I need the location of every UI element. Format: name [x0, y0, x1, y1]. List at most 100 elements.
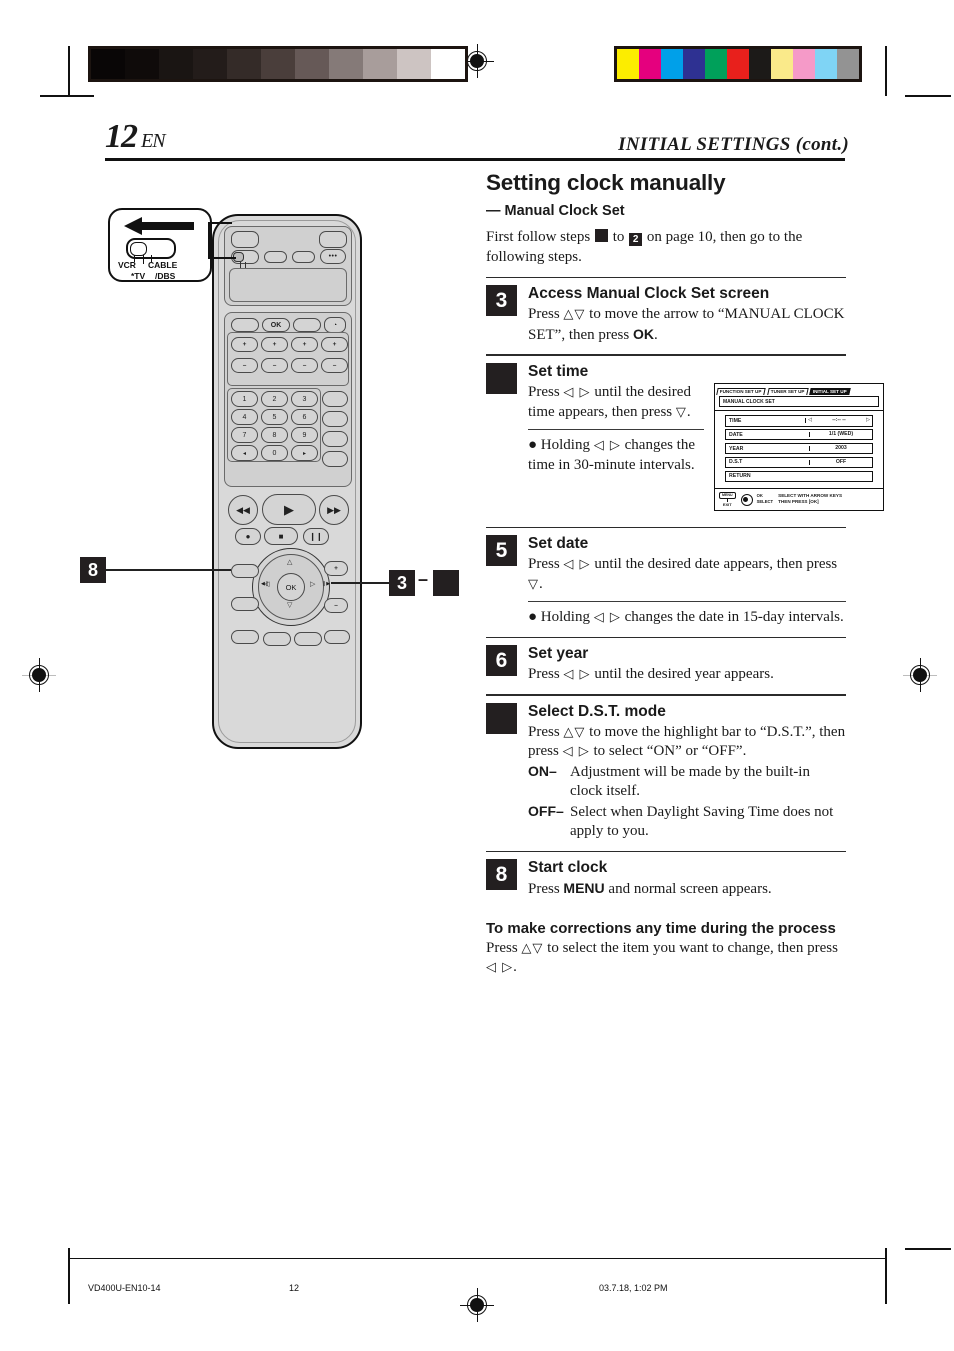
registration-target-bottom	[460, 1288, 494, 1322]
remote-num-2[interactable]: 2	[261, 391, 288, 407]
footer-divider	[68, 1258, 886, 1260]
remote-key-b[interactable]	[292, 251, 315, 263]
remote-key-a[interactable]	[264, 251, 287, 263]
color-swatch-7	[771, 49, 793, 79]
remote-play-key[interactable]: ▶	[262, 494, 316, 525]
remote-minus-key-3[interactable]: –	[291, 358, 318, 373]
remote-num-8[interactable]: 8	[261, 427, 288, 443]
remote-side-key-1[interactable]	[322, 391, 348, 407]
remote-num-7-label: 7	[242, 431, 247, 439]
remote-dpad-down-icon[interactable]: ▽	[287, 601, 292, 609]
step-3-badge: 3	[486, 285, 517, 317]
osd-rows: TIME ◁ --:-- -- ▷ DATE 1/1 (WED) YEAR 20…	[715, 410, 883, 487]
osd-left-arrow-icon[interactable]: ◁	[808, 417, 812, 423]
osd-tab-initial-setup[interactable]: INITIAL SET UP	[809, 388, 851, 396]
remote-aux-key[interactable]	[293, 318, 321, 332]
callout-number-8: 8	[80, 557, 106, 583]
remote-side-key-3[interactable]	[322, 431, 348, 447]
osd-row-dst[interactable]: D.S.T OFF	[725, 456, 873, 469]
mode-switch-knob	[130, 241, 147, 256]
remote-record-key[interactable]: ●	[235, 528, 261, 545]
footer-timestamp: 03.7.18, 1:02 PM	[599, 1283, 668, 1293]
callout-range-dash: –	[418, 569, 429, 589]
remote-tv-power-key[interactable]	[319, 231, 347, 248]
corrections-heading: To make corrections any time during the …	[486, 919, 836, 937]
remote-minus-key-1[interactable]: –	[231, 358, 258, 373]
remote-bottom-key-4[interactable]	[324, 630, 350, 644]
callout-leader-diag	[208, 222, 210, 258]
remote-num-0-label: 0	[272, 449, 277, 457]
osd-tab-tuner-setup[interactable]: TUNER SET UP	[766, 388, 809, 396]
remote-minus-key-2[interactable]: –	[261, 358, 288, 373]
remote-menu-left-key[interactable]	[231, 564, 259, 578]
remote-bottom-key-2[interactable]	[263, 632, 291, 646]
intro-paragraph: First follow steps to 2 on page 10, then…	[486, 228, 846, 268]
remote-stop-key[interactable]: ■	[264, 527, 298, 545]
remote-channel-minus-key[interactable]: –	[324, 598, 348, 613]
remote-bottom-key-3[interactable]	[294, 632, 322, 646]
remote-minus-key-4[interactable]: –	[321, 358, 348, 373]
osd-row-time-text: --:-- --	[832, 417, 846, 424]
osd-row-time[interactable]: TIME ◁ --:-- -- ▷	[725, 415, 873, 427]
gray-swatch-6	[295, 49, 329, 79]
dst-option-off: OFF– Select when Daylight Saving Time do…	[528, 803, 846, 842]
remote-prev-key[interactable]: ◂	[231, 445, 258, 461]
gray-swatch-10	[431, 49, 465, 79]
remote-num-6[interactable]: 6	[291, 409, 318, 425]
mode-switch-label-vcr: VCR	[118, 260, 136, 270]
osd-row-dst-label: D.S.T	[729, 459, 743, 466]
remote-minus-label-1: –	[242, 362, 247, 369]
step-8-badge: 8	[486, 859, 517, 891]
remote-pause-key[interactable]: ❙❙	[303, 528, 329, 545]
remote-lower-left-key[interactable]	[231, 597, 259, 611]
step-6-heading: Set year	[528, 645, 589, 663]
osd-tab-function-setup[interactable]: FUNCTION SET UP	[716, 388, 766, 396]
callout-number-blank	[433, 570, 459, 596]
color-swatch-10	[837, 49, 859, 79]
callout-3-label: 3	[396, 572, 407, 593]
remote-num-4[interactable]: 4	[231, 409, 258, 425]
remote-plus-key-1[interactable]: +	[231, 337, 258, 352]
remote-side-key-2[interactable]	[322, 411, 348, 427]
osd-row-year[interactable]: YEAR 2003	[725, 442, 873, 455]
remote-num-7[interactable]: 7	[231, 427, 258, 443]
remote-dpad-right-icon[interactable]: ▷	[310, 580, 315, 588]
remote-num-5[interactable]: 5	[261, 409, 288, 425]
remote-ok-key[interactable]: OK	[262, 318, 290, 332]
remote-plus-key-4[interactable]: +	[321, 337, 348, 352]
remote-dpad-up-icon[interactable]: △	[287, 558, 292, 566]
remote-plus-label-3: +	[302, 341, 307, 348]
remote-side-key-4[interactable]	[322, 451, 348, 467]
osd-row-date[interactable]: DATE 1/1 (WED)	[725, 428, 873, 441]
remote-ff-key[interactable]: ▶▶	[319, 495, 349, 525]
remote-minus-label-4: –	[332, 362, 337, 369]
remote-num-6-label: 6	[302, 413, 307, 421]
callout-8-leader	[106, 569, 231, 571]
remote-plus-key-2[interactable]: +	[261, 337, 288, 352]
step-7-text: Press △▽ to move the highlight bar to “D…	[528, 723, 846, 760]
remote-menu-key[interactable]	[231, 318, 259, 332]
crop-mark-top-left-h	[40, 95, 94, 97]
remote-timer-key[interactable]: ◔	[324, 317, 346, 333]
remote-num-0[interactable]: 0	[261, 445, 288, 461]
step-5-bullet: ● Holding ◁ ▷ changes the date in 15-day…	[528, 609, 844, 626]
remote-num-9[interactable]: 9	[291, 427, 318, 443]
osd-row-return[interactable]: RETURN	[725, 470, 873, 483]
remote-rewind-key[interactable]: ◀◀	[228, 495, 258, 525]
remote-bottom-key-1[interactable]	[231, 630, 259, 644]
osd-exit-label: EXIT	[722, 501, 732, 507]
callout-3-leader	[331, 582, 389, 584]
page-subtitle: — Manual Clock Set	[486, 203, 625, 219]
osd-right-arrow-icon[interactable]: ▷	[866, 417, 870, 423]
remote-num-3[interactable]: 3	[291, 391, 318, 407]
remote-plus-key-3[interactable]: +	[291, 337, 318, 352]
remote-channel-plus-key[interactable]: +	[324, 561, 348, 576]
remote-num-1[interactable]: 1	[231, 391, 258, 407]
step-5-badge: 5	[486, 535, 517, 567]
remote-num-2-label: 2	[272, 395, 277, 403]
remote-power-key[interactable]	[231, 231, 259, 248]
osd-select-label: SELECT	[756, 499, 774, 505]
remote-dpad-ok-button[interactable]: OK	[277, 573, 305, 601]
remote-display-key[interactable]: •••	[320, 249, 346, 264]
remote-next-key[interactable]: ▸	[291, 445, 318, 461]
